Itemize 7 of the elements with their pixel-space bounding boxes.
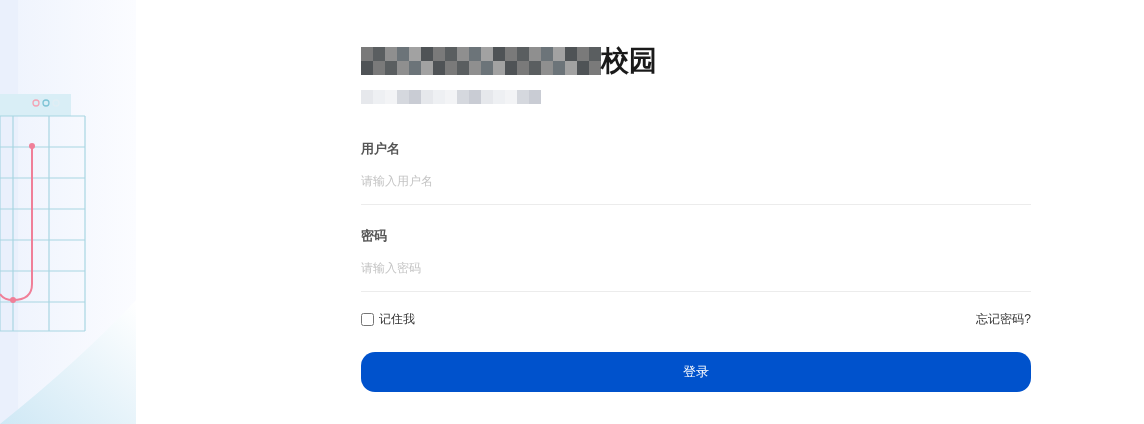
forgot-password-link[interactable]: 忘记密码? [976,310,1031,328]
login-button[interactable]: 登录 [361,352,1031,392]
field-label: 用户名 [361,140,401,158]
remember-checkbox[interactable] [361,312,374,326]
page-title: 校园 [601,47,657,75]
field-label: 密码 [361,227,388,245]
remember-label: 记住我 [379,311,415,328]
